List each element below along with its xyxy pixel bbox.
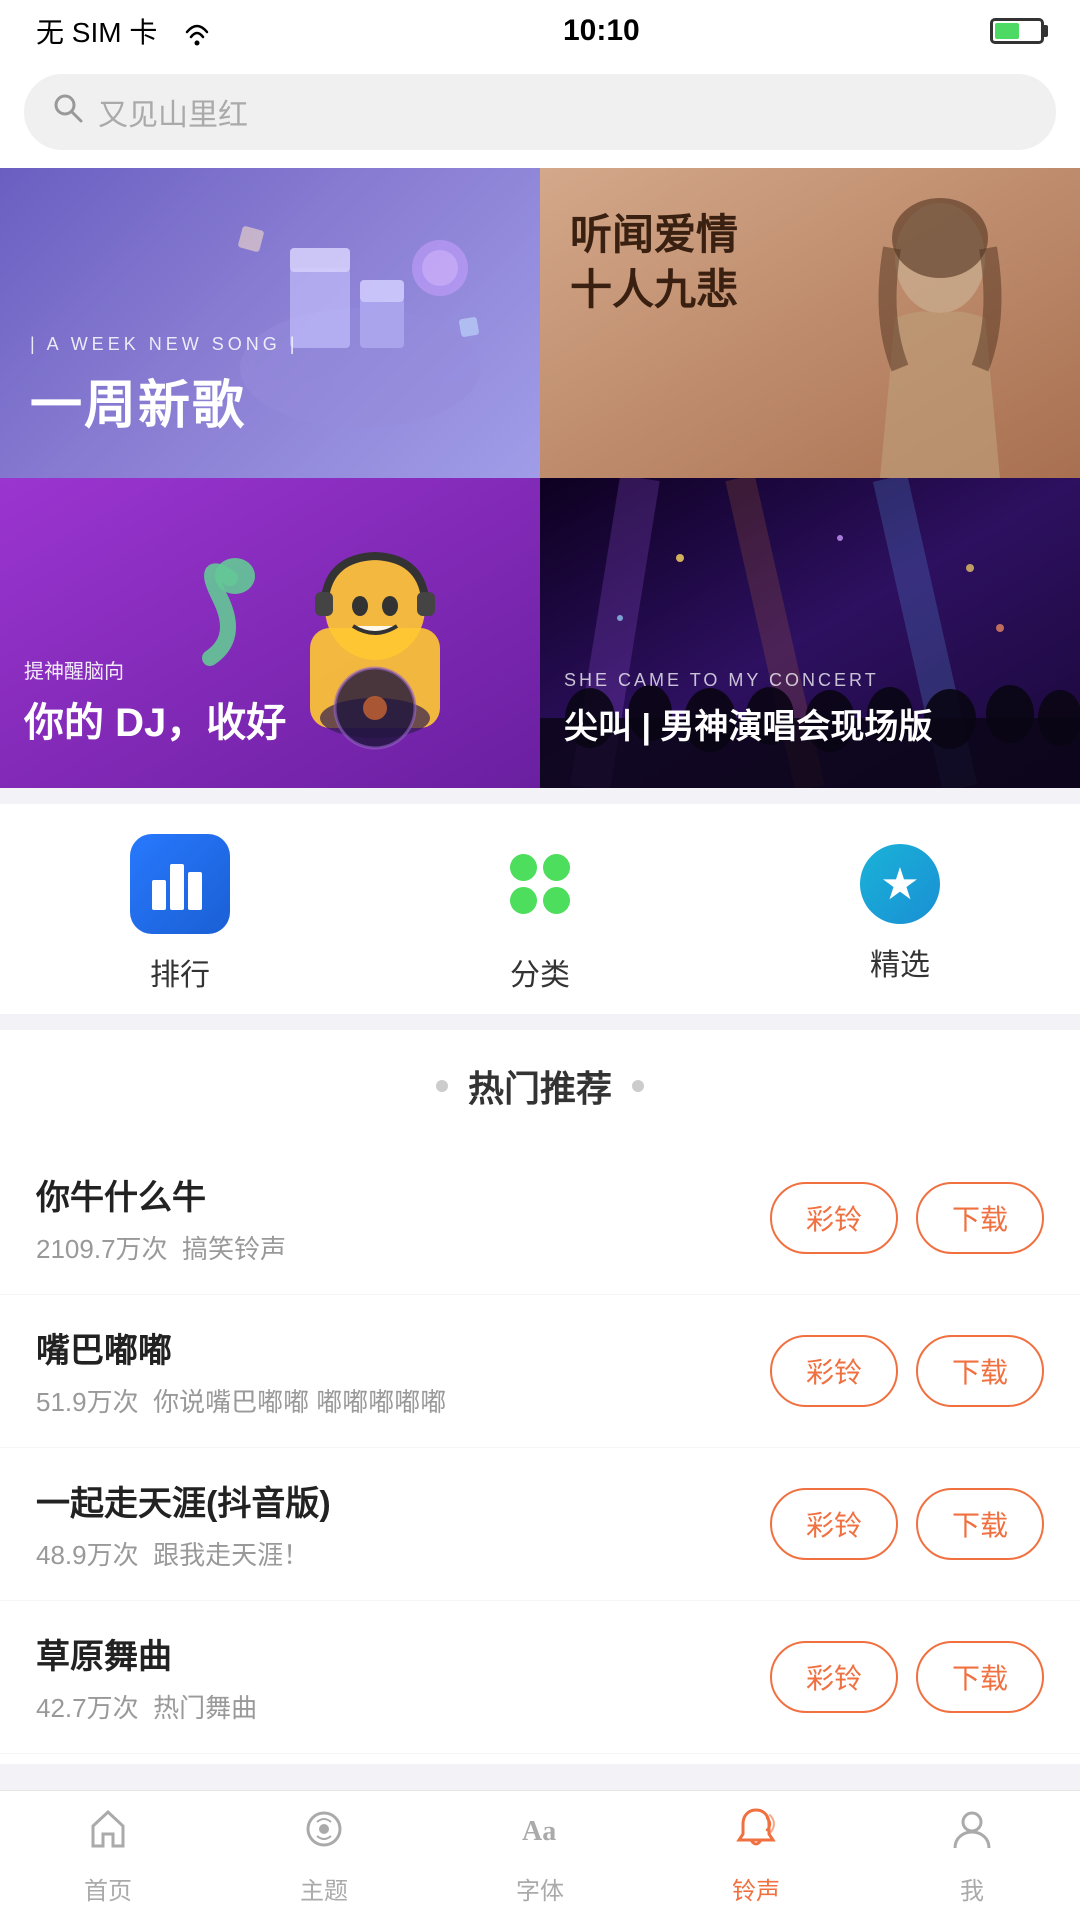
banner-2-text: 听闻爱情 十人九悲 <box>570 208 738 317</box>
song-meta-2: 48.9万次 跟我走天涯！ <box>36 1535 770 1572</box>
song-info-2: 一起走天涯(抖音版) 48.9万次 跟我走天涯！ <box>36 1476 770 1572</box>
download-button-0[interactable]: 下载 <box>916 1182 1044 1254</box>
svg-text:Aa: Aa <box>522 1816 556 1847</box>
ranking-icon-wrap <box>130 834 230 934</box>
featured-label: 精选 <box>870 940 930 984</box>
song-item-3: 草原舞曲 42.7万次 热门舞曲 彩铃 下载 <box>0 1601 1080 1754</box>
bar-chart-icon <box>152 858 208 910</box>
song-name-2: 一起走天涯(抖音版) <box>36 1476 770 1525</box>
hot-dot-left <box>436 1080 448 1092</box>
caili-button-2[interactable]: 彩铃 <box>770 1488 898 1560</box>
banner-4-title: 尖叫 | 男神演唱会现场版 <box>564 699 932 748</box>
font-icon: Aa <box>517 1806 563 1863</box>
nav-label-ringtone: 铃声 <box>732 1871 780 1906</box>
search-placeholder-text: 又见山里红 <box>98 90 248 134</box>
nav-item-home[interactable]: 首页 <box>0 1806 216 1906</box>
caili-button-3[interactable]: 彩铃 <box>770 1641 898 1713</box>
carrier-text: 无 SIM 卡 <box>36 11 213 51</box>
hot-section: 热门推荐 你牛什么牛 2109.7万次 搞笑铃声 彩铃 下载 嘴巴嘟嘟 51.9… <box>0 1030 1080 1764</box>
download-button-3[interactable]: 下载 <box>916 1641 1044 1713</box>
song-actions-1: 彩铃 下载 <box>770 1335 1044 1407</box>
banner-1-title: 一周新歌 <box>30 363 298 438</box>
nav-item-me[interactable]: 我 <box>864 1806 1080 1906</box>
nav-item-theme[interactable]: 主题 <box>216 1806 432 1906</box>
song-item-0: 你牛什么牛 2109.7万次 搞笑铃声 彩铃 下载 <box>0 1142 1080 1295</box>
search-icon <box>52 92 84 132</box>
banner-weekly-new-song[interactable]: | A WEEK NEW SONG | 一周新歌 <box>0 168 540 478</box>
song-info-0: 你牛什么牛 2109.7万次 搞笑铃声 <box>36 1170 770 1266</box>
battery-icon <box>990 18 1044 44</box>
banner-concert[interactable]: SHE CAME TO MY CONCERT 尖叫 | 男神演唱会现场版 <box>540 478 1080 788</box>
banner-4-sub: SHE CAME TO MY CONCERT <box>564 670 932 691</box>
nav-item-ringtone[interactable]: 铃声 <box>648 1806 864 1906</box>
me-icon <box>949 1806 995 1863</box>
song-info-1: 嘴巴嘟嘟 51.9万次 你说嘴巴嘟嘟 嘟嘟嘟嘟嘟 <box>36 1323 770 1419</box>
song-name-0: 你牛什么牛 <box>36 1170 770 1219</box>
category-label: 分类 <box>510 950 570 994</box>
search-bar-wrap: 又见山里红 <box>0 58 1080 168</box>
category-item-featured[interactable]: ★ 精选 <box>720 844 1080 984</box>
nav-label-font: 字体 <box>516 1871 564 1906</box>
song-actions-3: 彩铃 下载 <box>770 1641 1044 1713</box>
theme-icon <box>301 1806 347 1863</box>
bottom-nav: 首页 主题 Aa 字体 <box>0 1790 1080 1920</box>
grid-icon <box>510 854 570 914</box>
search-bar[interactable]: 又见山里红 <box>24 74 1056 150</box>
song-info-3: 草原舞曲 42.7万次 热门舞曲 <box>36 1629 770 1725</box>
nav-label-me: 我 <box>960 1871 984 1906</box>
category-section: 排行 分类 ★ 精选 <box>0 804 1080 1014</box>
nav-item-font[interactable]: Aa 字体 <box>432 1806 648 1906</box>
song-meta-3: 42.7万次 热门舞曲 <box>36 1688 770 1725</box>
banner-dj[interactable]: 提神醒脑向 你的 DJ，收好 <box>0 478 540 788</box>
banner-2-title: 听闻爱情 十人九悲 <box>570 208 738 317</box>
banner-love-song[interactable]: 听闻爱情 十人九悲 <box>540 168 1080 478</box>
hot-title: 热门推荐 <box>468 1060 612 1112</box>
song-meta-1: 51.9万次 你说嘴巴嘟嘟 嘟嘟嘟嘟嘟 <box>36 1382 770 1419</box>
song-actions-0: 彩铃 下载 <box>770 1182 1044 1254</box>
hot-dot-right <box>632 1080 644 1092</box>
caili-button-0[interactable]: 彩铃 <box>770 1182 898 1254</box>
home-icon <box>85 1806 131 1863</box>
banner-1-text: | A WEEK NEW SONG | 一周新歌 <box>30 334 298 438</box>
banner-3-title: 你的 DJ，收好 <box>24 690 286 748</box>
song-item-1: 嘴巴嘟嘟 51.9万次 你说嘴巴嘟嘟 嘟嘟嘟嘟嘟 彩铃 下载 <box>0 1295 1080 1448</box>
banner-3-sub: 提神醒脑向 <box>24 655 286 684</box>
caili-button-1[interactable]: 彩铃 <box>770 1335 898 1407</box>
song-name-1: 嘴巴嘟嘟 <box>36 1323 770 1372</box>
category-icon-wrap <box>490 834 590 934</box>
banner-4-text: SHE CAME TO MY CONCERT 尖叫 | 男神演唱会现场版 <box>564 670 932 748</box>
download-button-1[interactable]: 下载 <box>916 1335 1044 1407</box>
category-item-ranking[interactable]: 排行 <box>0 834 360 994</box>
banner-1-sub: | A WEEK NEW SONG | <box>30 334 298 355</box>
status-time: 10:10 <box>563 14 640 48</box>
status-bar: 无 SIM 卡 10:10 <box>0 0 1080 58</box>
status-battery <box>990 18 1044 44</box>
song-actions-2: 彩铃 下载 <box>770 1488 1044 1560</box>
hot-header: 热门推荐 <box>0 1060 1080 1112</box>
song-name-3: 草原舞曲 <box>36 1629 770 1678</box>
ringtone-icon <box>733 1806 779 1863</box>
banner-grid: | A WEEK NEW SONG | 一周新歌 <box>0 168 1080 788</box>
featured-icon-wrap: ★ <box>860 844 940 924</box>
song-item-2: 一起走天涯(抖音版) 48.9万次 跟我走天涯！ 彩铃 下载 <box>0 1448 1080 1601</box>
song-meta-0: 2109.7万次 搞笑铃声 <box>36 1229 770 1266</box>
nav-label-home: 首页 <box>84 1871 132 1906</box>
download-button-2[interactable]: 下载 <box>916 1488 1044 1560</box>
banner-3-text: 提神醒脑向 你的 DJ，收好 <box>24 655 286 748</box>
category-item-category[interactable]: 分类 <box>360 834 720 994</box>
nav-label-theme: 主题 <box>300 1871 348 1906</box>
wifi-icon <box>181 22 213 48</box>
ranking-label: 排行 <box>150 950 210 994</box>
